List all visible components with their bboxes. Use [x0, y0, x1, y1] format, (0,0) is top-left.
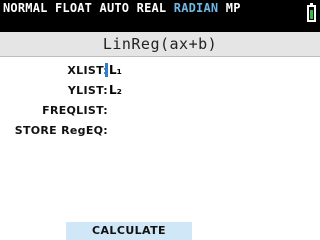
xlist-row[interactable]: XLIST: L₁ — [0, 63, 320, 82]
xlist-value[interactable]: L₁ — [109, 63, 122, 77]
status-bar: NORMAL FLOAT AUTO REAL RADIAN MP — [0, 0, 320, 32]
mode-status: NORMAL FLOAT AUTO REAL RADIAN MP — [3, 1, 241, 15]
calculate-button[interactable]: CALCULATE — [66, 222, 192, 240]
mode-suffix: MP — [218, 1, 241, 15]
angle-mode: RADIAN — [173, 1, 219, 15]
store-regeq-row[interactable]: STORE RegEQ: — [0, 124, 320, 142]
store-regeq-label: STORE RegEQ: — [14, 124, 108, 137]
ylist-value[interactable]: L₂ — [109, 83, 122, 97]
ylist-label: YLIST: — [67, 84, 108, 97]
screen-title: LinReg(ax+b) — [102, 35, 218, 53]
freqlist-row[interactable]: FREQLIST: — [0, 104, 320, 122]
title-bar: LinReg(ax+b) — [0, 32, 320, 57]
xlist-label: XLIST: — [67, 64, 108, 77]
ylist-row[interactable]: YLIST: L₂ — [0, 83, 320, 102]
battery-icon — [307, 3, 316, 22]
battery-level — [310, 10, 313, 19]
mode-text: NORMAL FLOAT AUTO REAL — [3, 1, 174, 15]
text-cursor — [105, 63, 108, 77]
battery-nub — [310, 3, 313, 5]
freqlist-label: FREQLIST: — [42, 104, 108, 117]
